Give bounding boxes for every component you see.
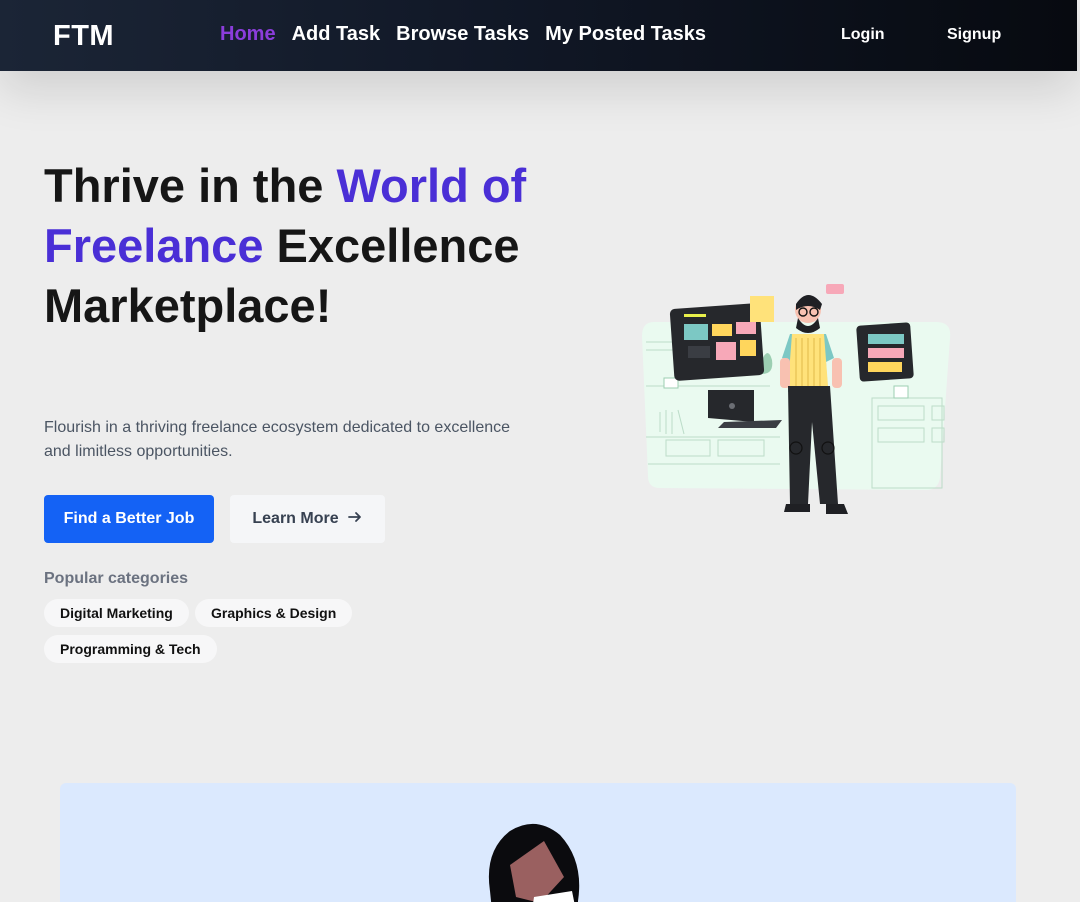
nav-link-my-posted-tasks[interactable]: My Posted Tasks [545,23,706,46]
category-chip-programming-tech[interactable]: Programming & Tech [44,635,217,663]
popular-categories-heading: Popular categories [44,570,189,587]
featured-panel [60,783,1016,902]
nav-link-add-task[interactable]: Add Task [292,23,381,46]
hero-illustration [640,282,955,534]
hero-title-part1: Thrive in the [44,159,337,212]
nav-link-browse-tasks[interactable]: Browse Tasks [396,23,529,46]
category-chip-digital-marketing[interactable]: Digital Marketing [44,599,189,627]
learn-more-label: Learn More [252,510,339,527]
nav-links: Home Add Task Browse Tasks My Posted Tas… [220,23,706,46]
nav-link-home[interactable]: Home [220,23,276,46]
arrow-right-icon [347,509,363,530]
find-better-job-button[interactable]: Find a Better Job [44,495,214,543]
signup-link[interactable]: Signup [947,26,1001,44]
person-illustration [480,821,590,902]
hero-title: Thrive in the World of Freelance Excelle… [44,156,534,336]
learn-more-button[interactable]: Learn More [230,495,385,543]
login-link[interactable]: Login [841,26,885,44]
category-chip-graphics-design[interactable]: Graphics & Design [195,599,353,627]
hero-description: Flourish in a thriving freelance ecosyst… [44,419,511,460]
logo[interactable]: FTM [53,20,114,53]
navbar: FTM Home Add Task Browse Tasks My Posted… [0,0,1077,71]
